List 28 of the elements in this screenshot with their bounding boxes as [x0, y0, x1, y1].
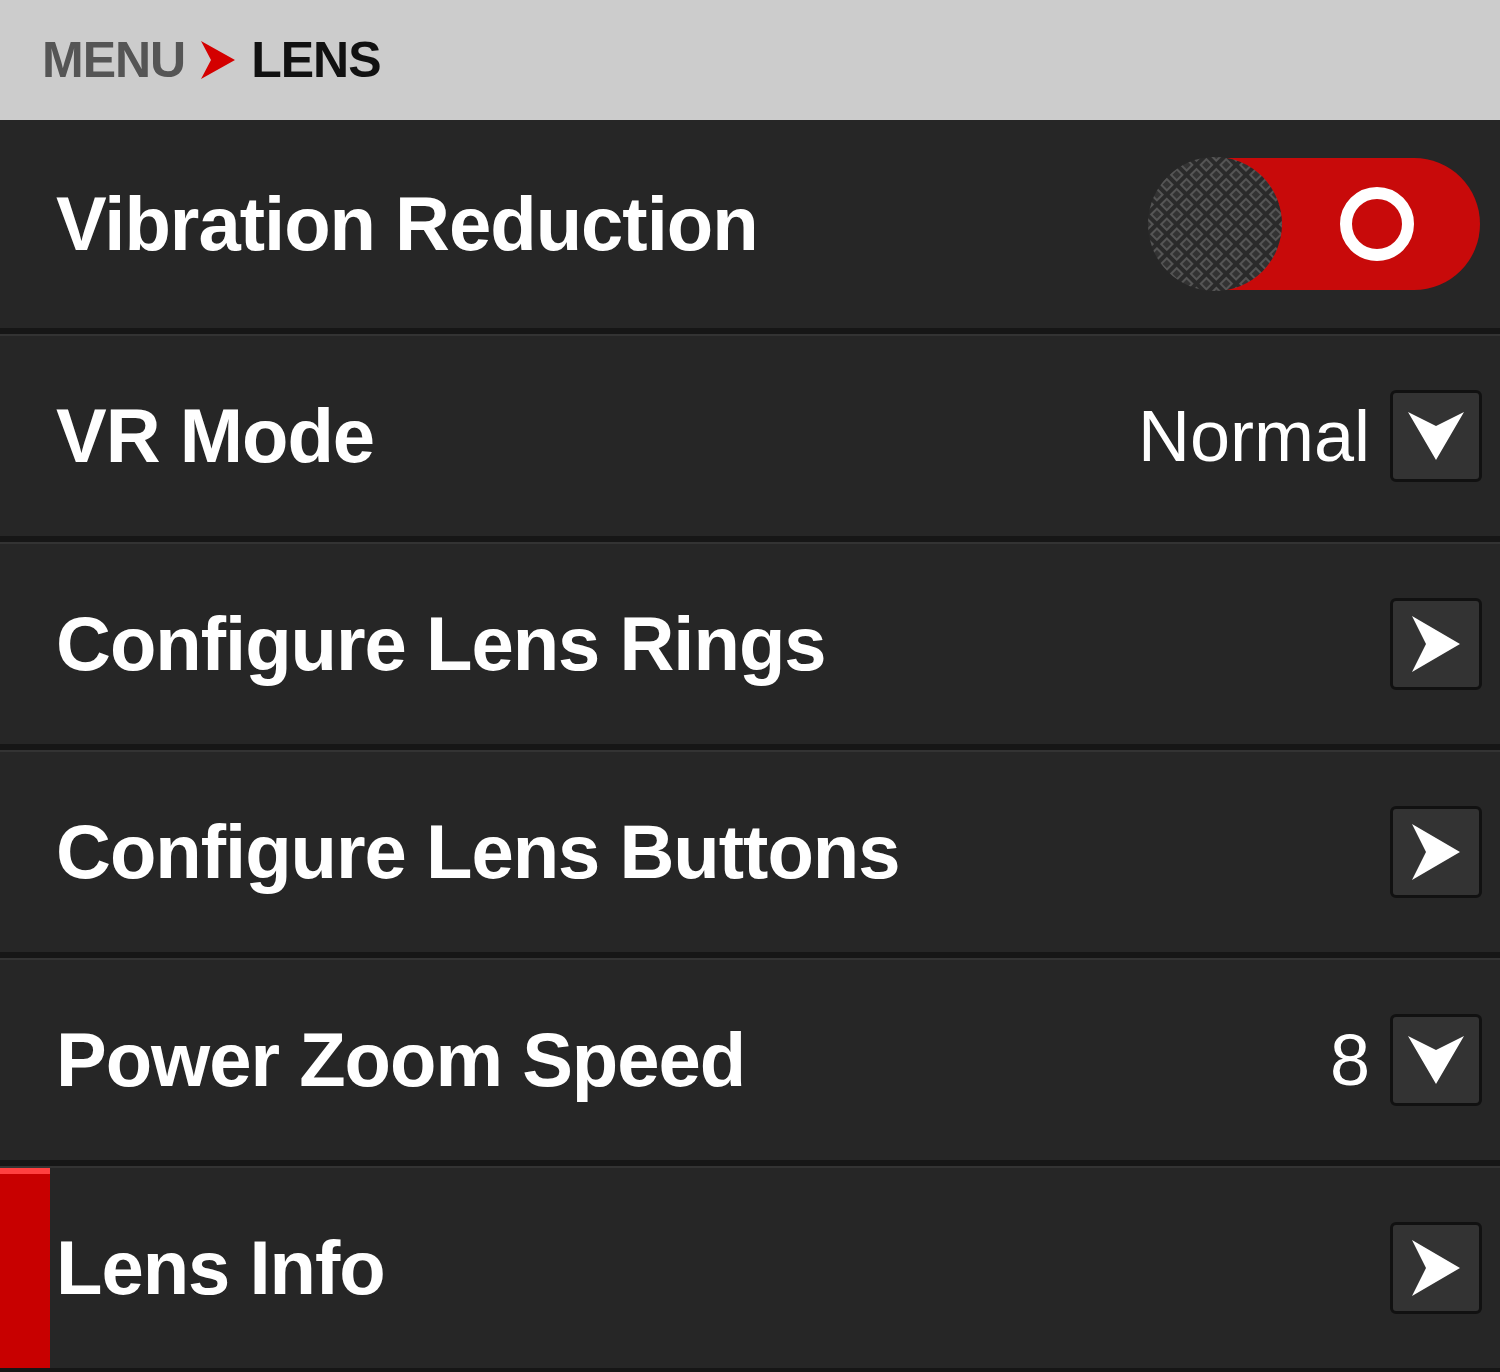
next-button[interactable]: [1390, 598, 1482, 690]
menu-row[interactable]: Configure Lens Rings: [0, 542, 1500, 744]
chevron-down-icon: [1408, 1036, 1464, 1084]
row-label: Power Zoom Speed: [56, 1016, 747, 1104]
menu-row[interactable]: Vibration Reduction: [0, 120, 1500, 328]
menu-row[interactable]: VR Mode Normal: [0, 334, 1500, 536]
next-button[interactable]: [1390, 1222, 1482, 1314]
chevron-down-icon: [1408, 412, 1464, 460]
menu-row[interactable]: Power Zoom Speed 8: [0, 958, 1500, 1160]
selected-value: 8: [1329, 1019, 1370, 1102]
selected-value: Normal: [1137, 395, 1370, 478]
row-label: Vibration Reduction: [56, 180, 759, 268]
dropdown-button[interactable]: [1390, 390, 1482, 482]
row-label: Lens Info: [56, 1224, 386, 1312]
breadcrumb-current: LENS: [251, 30, 381, 90]
breadcrumb-parent[interactable]: MENU: [42, 22, 186, 98]
row-label: VR Mode: [56, 392, 376, 480]
chevron-right-icon: [1412, 616, 1460, 672]
row-label: Configure Lens Buttons: [56, 808, 901, 896]
toggle-switch[interactable]: [1147, 155, 1482, 293]
chevron-right-icon: [201, 41, 236, 79]
menu-row[interactable]: Configure Lens Buttons: [0, 750, 1500, 952]
chevron-right-icon: [1412, 824, 1460, 880]
menu-row[interactable]: Lens Info: [0, 1166, 1500, 1368]
dropdown-button[interactable]: [1390, 1014, 1482, 1106]
next-button[interactable]: [1390, 806, 1482, 898]
chevron-right-icon: [1412, 1240, 1460, 1296]
row-label: Configure Lens Rings: [56, 600, 827, 688]
